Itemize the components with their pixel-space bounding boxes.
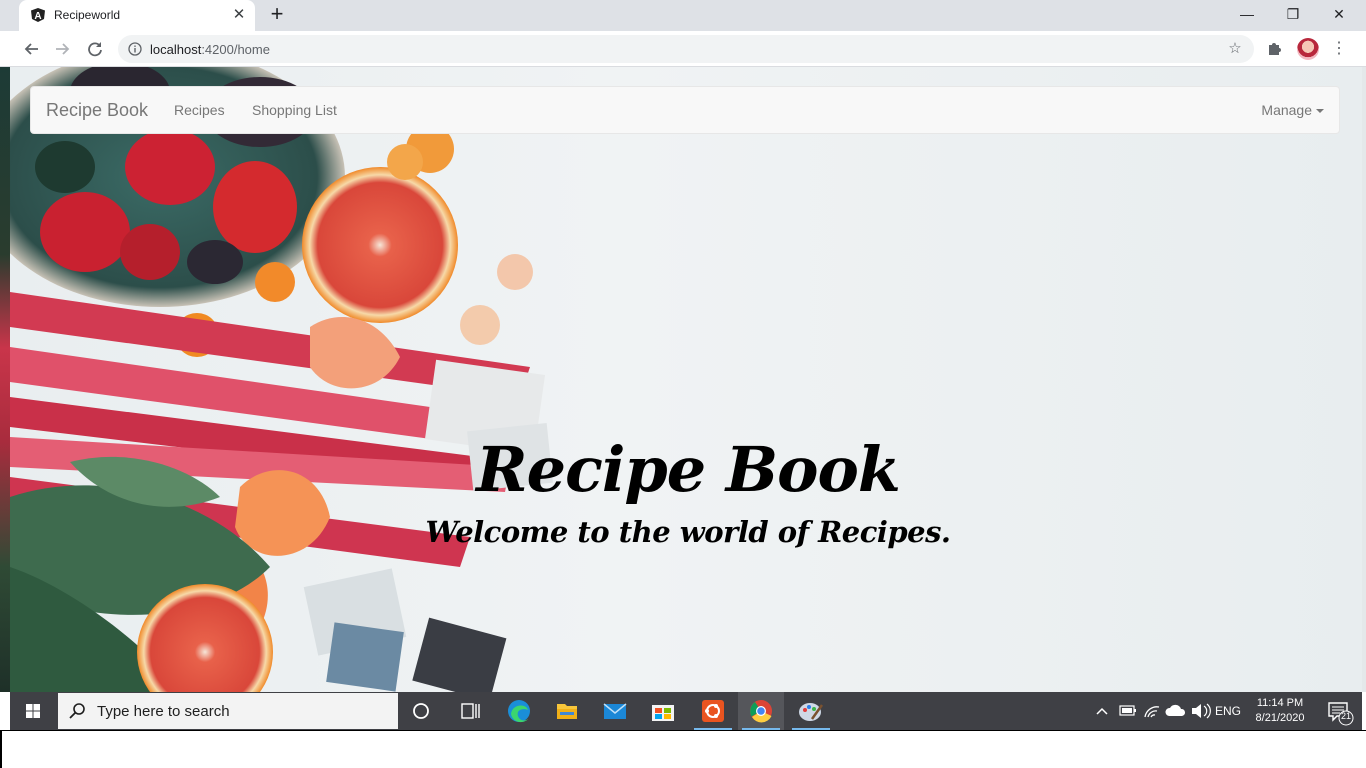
battery-icon[interactable]	[1118, 692, 1138, 730]
navbar: Recipe Book Recipes Shopping List Manage	[30, 86, 1340, 134]
task-view-button[interactable]	[446, 692, 492, 730]
start-button[interactable]	[10, 692, 56, 730]
browser-tabstrip: A Recipeworld ✕ + — ❐ ✕	[0, 0, 1366, 31]
windows-logo-icon	[26, 704, 40, 718]
clock-date: 8/21/2020	[1255, 712, 1305, 724]
new-tab-button[interactable]: +	[266, 3, 288, 26]
angular-favicon-icon: A	[31, 8, 45, 22]
manage-dropdown-label: Manage	[1261, 102, 1312, 118]
address-bar[interactable]: localhost:4200/home ☆	[118, 35, 1254, 63]
edge-icon[interactable]	[496, 692, 542, 730]
frame-edge-top	[0, 730, 1366, 731]
windows-taskbar: Type here to search ENG 11:14 PM 8/21/20…	[10, 692, 1362, 730]
desktop-area	[0, 730, 1366, 768]
taskbar-search-box[interactable]: Type here to search	[58, 693, 398, 729]
tab-title: Recipeworld	[54, 8, 121, 22]
scrollbar-track[interactable]	[1362, 67, 1366, 692]
extensions-puzzle-icon[interactable]	[1266, 39, 1284, 57]
forward-arrow-icon[interactable]	[50, 36, 76, 62]
hero-background-image	[10, 67, 553, 692]
hero-title: Recipe Book	[476, 433, 901, 506]
browser-tab[interactable]: A Recipeworld ✕	[19, 0, 255, 31]
svg-text:A: A	[34, 11, 41, 22]
microsoft-store-icon[interactable]	[640, 692, 686, 730]
search-placeholder: Type here to search	[97, 703, 230, 720]
show-hidden-icons-chevron-up-icon[interactable]	[1094, 692, 1110, 730]
cortana-button[interactable]	[398, 692, 444, 730]
ubuntu-icon[interactable]	[690, 692, 736, 730]
browser-toolbar: localhost:4200/home ☆ ⋮	[0, 31, 1366, 67]
left-edge-strip	[0, 67, 10, 692]
taskbar-clock[interactable]: 11:14 PM 8/21/2020	[1242, 696, 1318, 726]
caret-down-icon	[1316, 109, 1324, 114]
volume-icon[interactable]	[1189, 692, 1211, 730]
hero-subtitle: Welcome to the world of Recipes.	[425, 515, 951, 549]
back-arrow-icon[interactable]	[18, 36, 44, 62]
browser-menu-icon[interactable]: ⋮	[1330, 39, 1348, 59]
search-icon	[69, 703, 85, 719]
window-restore-button[interactable]: ❐	[1270, 0, 1316, 31]
navbar-brand[interactable]: Recipe Book	[46, 100, 148, 121]
url-text: localhost:4200/home	[150, 42, 270, 57]
clock-time: 11:14 PM	[1256, 697, 1304, 709]
window-minimize-button[interactable]: —	[1224, 0, 1270, 31]
manage-dropdown[interactable]: Manage	[1261, 102, 1324, 118]
action-center-notification-icon[interactable]: 21	[1318, 692, 1358, 730]
onedrive-cloud-icon[interactable]	[1165, 692, 1187, 730]
profile-avatar[interactable]	[1297, 38, 1319, 60]
mail-icon[interactable]	[592, 692, 638, 730]
info-icon[interactable]	[128, 42, 142, 56]
nav-link-shopping-list[interactable]: Shopping List	[252, 102, 337, 118]
chrome-icon[interactable]	[738, 692, 784, 730]
notification-count-badge: 21	[1340, 711, 1351, 721]
paint-icon[interactable]	[788, 692, 834, 730]
page-viewport: Recipe Book Recipes Shopping List Manage…	[10, 67, 1366, 692]
reload-icon[interactable]	[82, 36, 108, 62]
nav-link-recipes[interactable]: Recipes	[174, 102, 225, 118]
window-close-button[interactable]: ✕	[1316, 0, 1362, 31]
bookmark-star-icon[interactable]: ☆	[1226, 40, 1244, 58]
tab-close-icon[interactable]: ✕	[229, 5, 249, 25]
wifi-icon[interactable]	[1142, 692, 1162, 730]
frame-edge	[0, 730, 2, 768]
input-language[interactable]: ENG	[1215, 692, 1241, 730]
file-explorer-icon[interactable]	[544, 692, 590, 730]
